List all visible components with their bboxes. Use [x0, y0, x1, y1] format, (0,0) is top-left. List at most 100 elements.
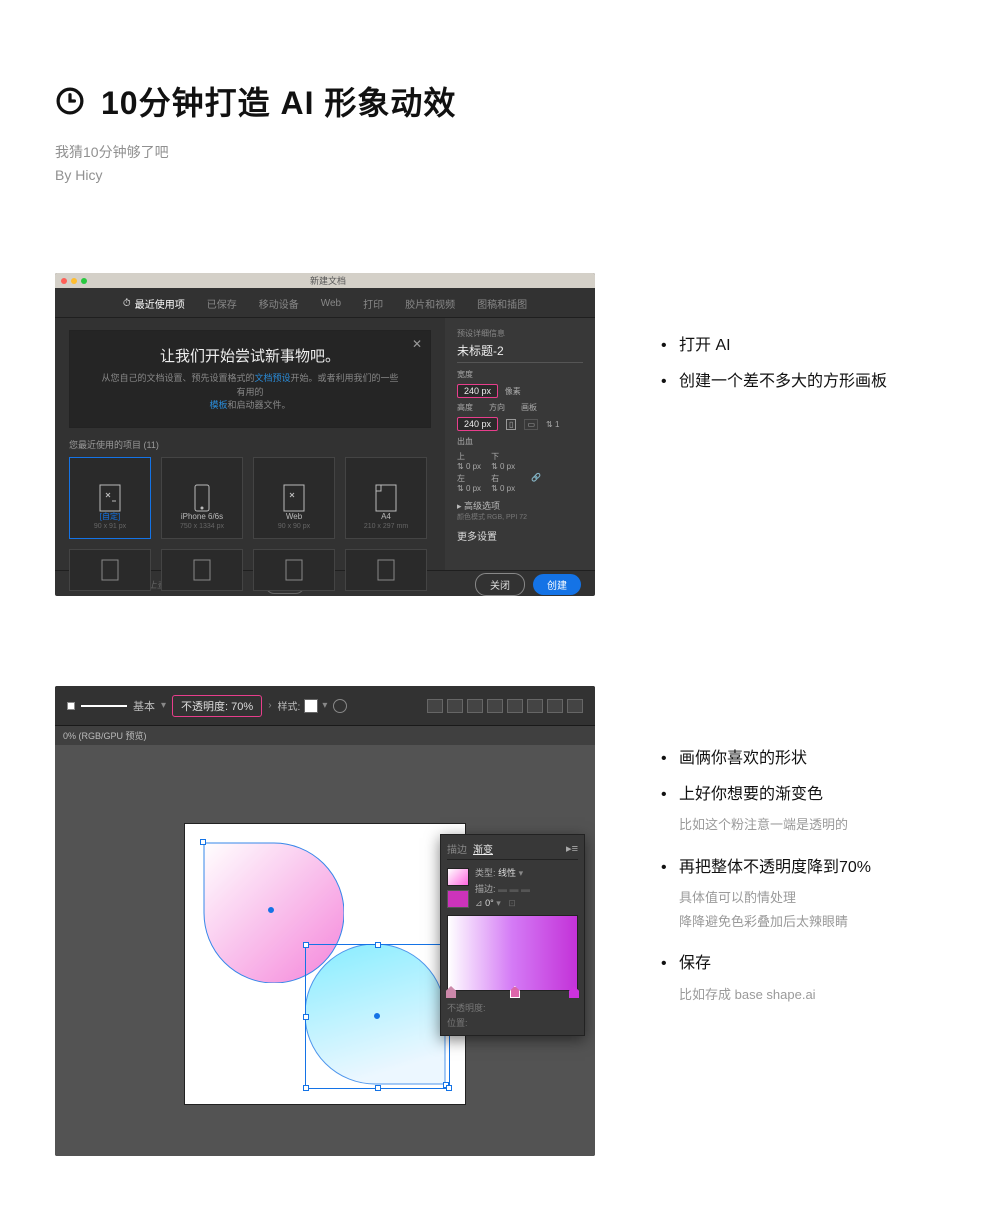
- instruction-sub: 具体值可以酌情处理 降降避免色彩叠加后太辣眼睛: [679, 886, 945, 933]
- traffic-max-icon[interactable]: [81, 278, 87, 284]
- preset-extra-3[interactable]: [253, 549, 335, 591]
- align-icon[interactable]: [527, 699, 543, 713]
- welcome-banner: ✕ 让我们开始尝试新事物吧。 从您自己的文档设置、预先设置格式的文档预设开始。或…: [69, 330, 431, 428]
- preset-a4[interactable]: A4210 x 297 mm: [345, 457, 427, 539]
- stop-opacity-label: 不透明度:: [447, 1003, 486, 1013]
- create-button[interactable]: 创建: [533, 574, 581, 595]
- document-icon: [284, 558, 304, 582]
- orientation-portrait-icon[interactable]: ▯: [506, 419, 516, 430]
- tab-film[interactable]: 胶片和视频: [405, 296, 455, 311]
- artboard-count[interactable]: ⇅ 1: [546, 420, 559, 429]
- page-byline: By Hicy: [55, 167, 945, 183]
- anchor-point[interactable]: [200, 839, 206, 845]
- type-dropdown[interactable]: 线性: [498, 868, 516, 878]
- advanced-toggle[interactable]: ▸ 高级选项: [457, 499, 583, 512]
- height-input[interactable]: 240 px: [457, 417, 498, 431]
- document-icon: [282, 483, 306, 513]
- angle-input[interactable]: 0°: [485, 898, 494, 908]
- align-icon[interactable]: [507, 699, 523, 713]
- tab-art[interactable]: 图稿和插图: [477, 296, 527, 311]
- instruction-item: 创建一个差不多大的方形画板: [655, 369, 945, 395]
- tab-web[interactable]: Web: [321, 296, 341, 311]
- gradient-stop[interactable]: [446, 986, 456, 998]
- screenshot-canvas: 基本 ▾ 不透明度: 70% › 样式: ▾: [55, 686, 595, 1156]
- more-settings-button[interactable]: 更多设置: [457, 528, 583, 543]
- document-tab[interactable]: 0% (RGB/GPU 预览): [55, 726, 595, 745]
- chevron-right-icon: ›: [268, 700, 271, 711]
- details-header: 预设详细信息: [457, 328, 583, 339]
- preset-details-panel: 预设详细信息 未标题-2 宽度 240 px 像素 高度 方向 画板: [445, 318, 595, 570]
- align-icon[interactable]: [447, 699, 463, 713]
- width-input[interactable]: 240 px: [457, 384, 498, 398]
- gradient-slider[interactable]: [447, 915, 578, 991]
- height-label: 高度: [457, 402, 473, 413]
- align-icon[interactable]: [427, 699, 443, 713]
- stroke-weight[interactable]: [81, 705, 127, 707]
- aspect-icon[interactable]: ⊡: [508, 898, 516, 908]
- phone-icon: [193, 483, 211, 513]
- stroke-label: 描边:: [475, 884, 496, 894]
- section-1-instructions: 打开 AI 创建一个差不多大的方形画板: [655, 273, 945, 404]
- tab-stroke[interactable]: 描边: [447, 841, 467, 856]
- clock-icon: [55, 86, 85, 116]
- gradient-swatch[interactable]: [447, 868, 469, 886]
- tab-gradient[interactable]: 渐变: [473, 841, 493, 856]
- preset-extra-4[interactable]: [345, 549, 427, 591]
- transform-icon[interactable]: [547, 699, 563, 713]
- opacity-input[interactable]: 不透明度: 70%: [172, 695, 262, 717]
- close-icon[interactable]: ✕: [412, 337, 422, 351]
- basic-label[interactable]: 基本: [133, 698, 155, 714]
- section-2: 基本 ▾ 不透明度: 70% › 样式: ▾: [55, 686, 945, 1156]
- document-icon: [376, 558, 396, 582]
- artboard-label: 画板: [521, 402, 537, 413]
- globe-icon[interactable]: [333, 699, 347, 713]
- ai-toolbar: 基本 ▾ 不透明度: 70% › 样式: ▾: [55, 686, 595, 726]
- section-1: 新建文档 ⏱ 最近使用项 已保存 移动设备 Web 打印 胶片和视频 图稿和插图…: [55, 273, 945, 596]
- panel-menu-icon[interactable]: ▸≡: [566, 842, 578, 855]
- link-icon[interactable]: 🔗: [531, 473, 541, 493]
- page-title: 10分钟打造 AI 形象动效: [101, 78, 456, 124]
- instruction-item: 再把整体不透明度降到70%: [655, 855, 945, 881]
- tab-saved[interactable]: 已保存: [207, 296, 237, 311]
- unit-dropdown[interactable]: 像素: [505, 387, 521, 396]
- gradient-stop[interactable]: [510, 986, 520, 998]
- document-icon: [192, 558, 212, 582]
- style-dropdown[interactable]: 样式: ▾: [278, 698, 328, 713]
- instruction-item: 画俩你喜欢的形状: [655, 746, 945, 772]
- preset-web[interactable]: Web90 x 90 px: [253, 457, 335, 539]
- gradient-stop[interactable]: [569, 986, 579, 998]
- tab-print[interactable]: 打印: [363, 296, 383, 311]
- angle-icon: ⊿: [475, 898, 483, 908]
- align-icon[interactable]: [487, 699, 503, 713]
- section-2-instructions: 画俩你喜欢的形状 上好你想要的渐变色 比如这个粉注意一端是透明的 再把整体不透明…: [655, 686, 945, 1024]
- doc-title-input[interactable]: 未标题-2: [457, 342, 583, 363]
- preset-extra-2[interactable]: [161, 549, 243, 591]
- banner-link-presets[interactable]: 文档预设: [254, 373, 290, 383]
- dialog-title: 新建文档: [91, 274, 565, 287]
- close-button[interactable]: 关闭: [475, 573, 525, 596]
- screenshot-new-document: 新建文档 ⏱ 最近使用项 已保存 移动设备 Web 打印 胶片和视频 图稿和插图…: [55, 273, 595, 596]
- stop-position-label: 位置:: [447, 1018, 468, 1028]
- preset-custom[interactable]: [自定]90 x 91 px: [69, 457, 151, 539]
- align-icon[interactable]: [467, 699, 483, 713]
- preset-iphone[interactable]: iPhone 6/6s750 x 1334 px: [161, 457, 243, 539]
- orientation-landscape-icon[interactable]: ▭: [524, 419, 538, 430]
- center-point[interactable]: [268, 907, 274, 913]
- bounding-box[interactable]: [305, 944, 450, 1089]
- traffic-min-icon[interactable]: [71, 278, 77, 284]
- tab-recent[interactable]: ⏱ 最近使用项: [123, 296, 185, 311]
- adv-detail: 颜色模式 RGB, PPI 72: [457, 512, 583, 522]
- transform-icon[interactable]: [567, 699, 583, 713]
- gradient-panel[interactable]: 描边 渐变 ▸≡ 类型: 线性 ▾ 描边: ▬ ▬ ▬: [440, 834, 585, 1036]
- tab-mobile[interactable]: 移动设备: [259, 296, 299, 311]
- preset-extra-1[interactable]: [69, 549, 151, 591]
- banner-link-templates[interactable]: 模板: [209, 400, 227, 410]
- page-title-row: 10分钟打造 AI 形象动效: [55, 78, 945, 124]
- banner-title: 让我们开始尝试新事物吧。: [98, 345, 402, 366]
- fill-stroke-swatch[interactable]: [447, 890, 469, 908]
- canvas[interactable]: 描边 渐变 ▸≡ 类型: 线性 ▾ 描边: ▬ ▬ ▬: [55, 746, 595, 1156]
- traffic-close-icon[interactable]: [61, 278, 67, 284]
- page-subtitle: 我猜10分钟够了吧: [55, 142, 945, 162]
- fill-swatch[interactable]: [67, 702, 75, 710]
- style-swatch-icon: [304, 699, 318, 713]
